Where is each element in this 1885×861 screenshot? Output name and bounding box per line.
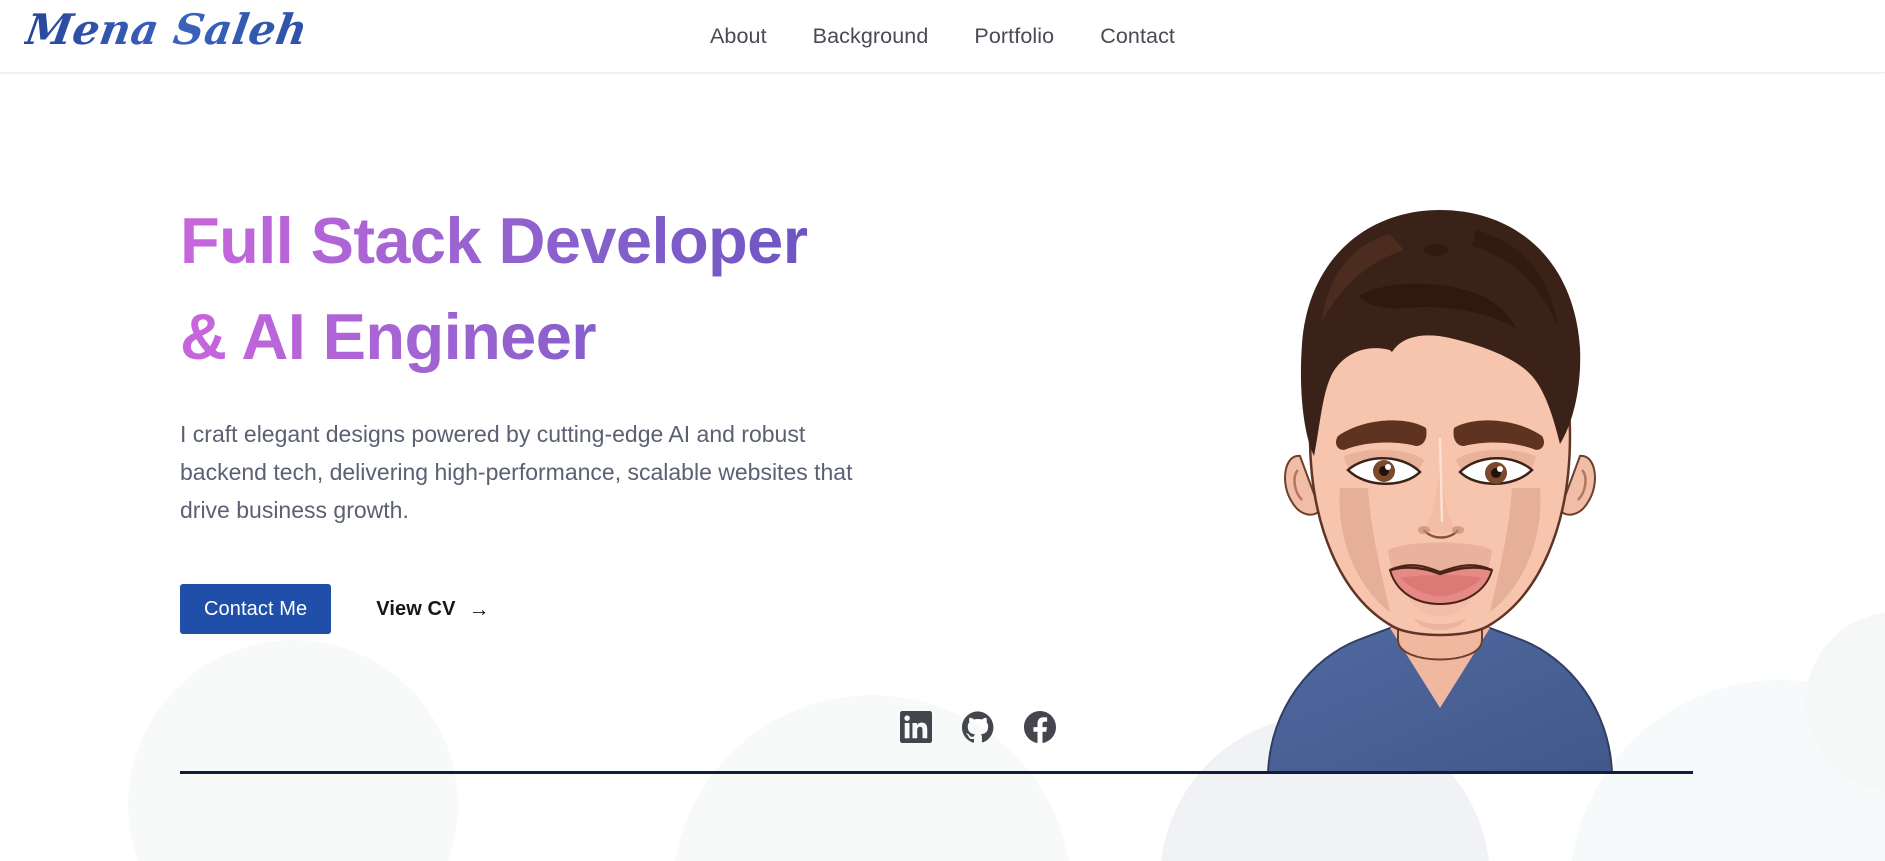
main-navigation: About Background Portfolio Contact: [0, 0, 1885, 73]
view-cv-label: View CV: [376, 597, 456, 620]
nav-item-portfolio[interactable]: Portfolio: [974, 24, 1054, 49]
linkedin-icon[interactable]: [900, 711, 932, 743]
nav-item-background[interactable]: Background: [813, 24, 929, 49]
page-root: Mena Saleh About Background Portfolio Co…: [0, 0, 1885, 861]
hero-actions: Contact Me View CV →: [180, 584, 900, 634]
nav-item-about[interactable]: About: [710, 24, 767, 49]
contact-me-button[interactable]: Contact Me: [180, 584, 332, 634]
site-header: Mena Saleh About Background Portfolio Co…: [0, 0, 1885, 73]
arrow-right-icon: →: [468, 597, 490, 621]
nav-item-contact[interactable]: Contact: [1100, 24, 1175, 49]
social-links: [900, 711, 1056, 743]
hero-copy: Full Stack Developer & AI Engineer I cra…: [180, 193, 900, 634]
hero-section: Full Stack Developer & AI Engineer I cra…: [0, 73, 1885, 861]
github-icon[interactable]: [962, 711, 994, 743]
hero-title: Full Stack Developer & AI Engineer: [180, 193, 900, 385]
view-cv-link[interactable]: View CV →: [376, 598, 489, 621]
portrait-illustration: [1240, 188, 1640, 774]
hero-subtitle: I craft elegant designs powered by cutti…: [180, 421, 853, 523]
hero-divider: [180, 771, 1693, 774]
facebook-icon[interactable]: [1024, 711, 1056, 743]
